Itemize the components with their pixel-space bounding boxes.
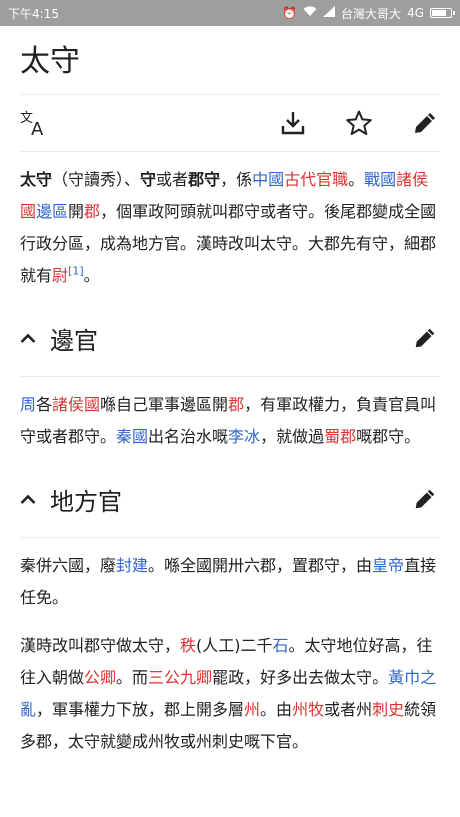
link-wei[interactable]: 尉	[52, 266, 68, 285]
star-icon[interactable]	[344, 108, 374, 138]
toolbar-actions	[278, 108, 440, 138]
link-vassal-states[interactable]: 諸侯國	[52, 395, 100, 414]
link-jun[interactable]: 郡	[228, 395, 244, 414]
lead-paragraph: 太守（守讀秀）、守或者郡守，係中國古代官職。戰國諸侯國邊區開郡，個軍政阿頭就叫郡…	[20, 164, 440, 292]
text: 。而	[116, 668, 149, 687]
section-title: 地方官	[20, 482, 122, 517]
section-difangguan-paragraph-1: 秦併六國，廢封建。喺全國開卅六郡，置郡守，由皇帝直接任免。	[20, 550, 440, 614]
article-toolbar: 文 A	[20, 95, 440, 152]
text: 開	[68, 202, 85, 221]
link-zhou-province[interactable]: 州	[244, 700, 260, 719]
section-title: 邊官	[20, 321, 98, 356]
text: 嘅郡守。	[356, 427, 421, 446]
link-shu-jun[interactable]: 蜀郡	[324, 427, 356, 446]
text: ，係	[220, 170, 253, 189]
article-page: 太守 文 A 太守（守讀秀）、守或者郡守，係中國古代官職。戰國諸侯國邊區開郡，個…	[0, 26, 460, 758]
status-right: ⏰ 台灣大哥大 4G	[282, 5, 455, 22]
network-type: 4G	[407, 6, 424, 20]
text: （守讀秀）、	[52, 170, 141, 189]
carrier-name: 台灣大哥大	[341, 6, 402, 21]
link-sangong-jiuqing[interactable]: 三公九卿	[148, 668, 212, 687]
alarm-icon: ⏰	[282, 6, 298, 20]
link-zhoumu[interactable]: 州牧	[292, 700, 324, 719]
link-china[interactable]: 中國	[252, 170, 284, 189]
status-time: 下午4:15	[8, 6, 59, 21]
battery-icon	[430, 8, 455, 18]
edit-icon[interactable]	[410, 484, 440, 514]
text: 出名治水嘅	[148, 427, 229, 446]
edit-icon[interactable]	[410, 108, 440, 138]
page-title: 太守	[20, 26, 440, 95]
text: 漢時改叫郡守做太守，	[20, 636, 181, 655]
link-zhou[interactable]: 周	[20, 395, 36, 414]
section-header-difangguan[interactable]: 地方官	[20, 461, 440, 538]
text: ，就做過	[260, 427, 325, 446]
term-shou: 守	[140, 170, 157, 189]
link-shi[interactable]: 石	[273, 636, 289, 655]
reference-1[interactable]: [1]	[68, 265, 84, 278]
text: 罷政，好多出去做太守。	[212, 668, 389, 687]
link-qin[interactable]: 秦國	[116, 427, 148, 446]
translate-icon[interactable]: 文 A	[20, 108, 50, 138]
chevron-up-icon	[20, 494, 36, 504]
battery-level	[432, 10, 447, 16]
text: 。	[83, 266, 100, 285]
link-warring-states[interactable]: 戰國	[364, 170, 396, 189]
section-heading-text: 地方官	[50, 487, 122, 516]
text: 秦併六國，廢	[20, 556, 117, 575]
term-taishou: 太守	[20, 170, 53, 189]
section-difangguan-paragraph-2: 漢時改叫郡守做太守，秩(人工)二千石。太守地位好高，往往入朝做公卿。而三公九卿罷…	[20, 630, 440, 758]
link-gongqing[interactable]: 公卿	[84, 668, 116, 687]
link-emperor[interactable]: 皇帝	[372, 556, 404, 575]
link-fengjian[interactable]: 封建	[116, 556, 148, 575]
link-ancient-official[interactable]: 古代官職	[284, 170, 348, 189]
text: 或者	[156, 170, 189, 189]
link-border-region[interactable]: 邊區	[36, 202, 68, 221]
section-heading-text: 邊官	[50, 326, 98, 355]
link-jun[interactable]: 郡	[84, 202, 100, 221]
text: 各	[36, 395, 53, 414]
link-zhi[interactable]: 秩	[180, 636, 196, 655]
chevron-up-icon	[20, 333, 36, 343]
link-li-bing[interactable]: 李冰	[228, 427, 260, 446]
text: 喺自己軍事邊區開	[100, 395, 229, 414]
edit-icon[interactable]	[410, 323, 440, 353]
link-cishi[interactable]: 刺史	[372, 700, 404, 719]
svg-text:A: A	[31, 119, 44, 137]
text: 。	[348, 170, 365, 189]
term-junshou: 郡守	[188, 170, 221, 189]
text: 。喺全國開卅六郡，置郡守，由	[148, 556, 373, 575]
wifi-icon	[303, 6, 317, 20]
status-bar: 下午4:15 ⏰ 台灣大哥大 4G	[0, 0, 460, 26]
text: 或者州	[324, 700, 373, 719]
signal-icon	[323, 6, 336, 20]
section-header-bianguan[interactable]: 邊官	[20, 300, 440, 377]
text: 。由	[260, 700, 293, 719]
download-icon[interactable]	[278, 108, 308, 138]
section-bianguan-paragraph: 周各諸侯國喺自己軍事邊區開郡，有軍政權力，負責官員叫守或者郡守。秦國出名治水嘅李…	[20, 389, 440, 453]
text: ，軍事權力下放，郡上開多層	[36, 700, 245, 719]
text: (人工)二千	[196, 636, 273, 655]
